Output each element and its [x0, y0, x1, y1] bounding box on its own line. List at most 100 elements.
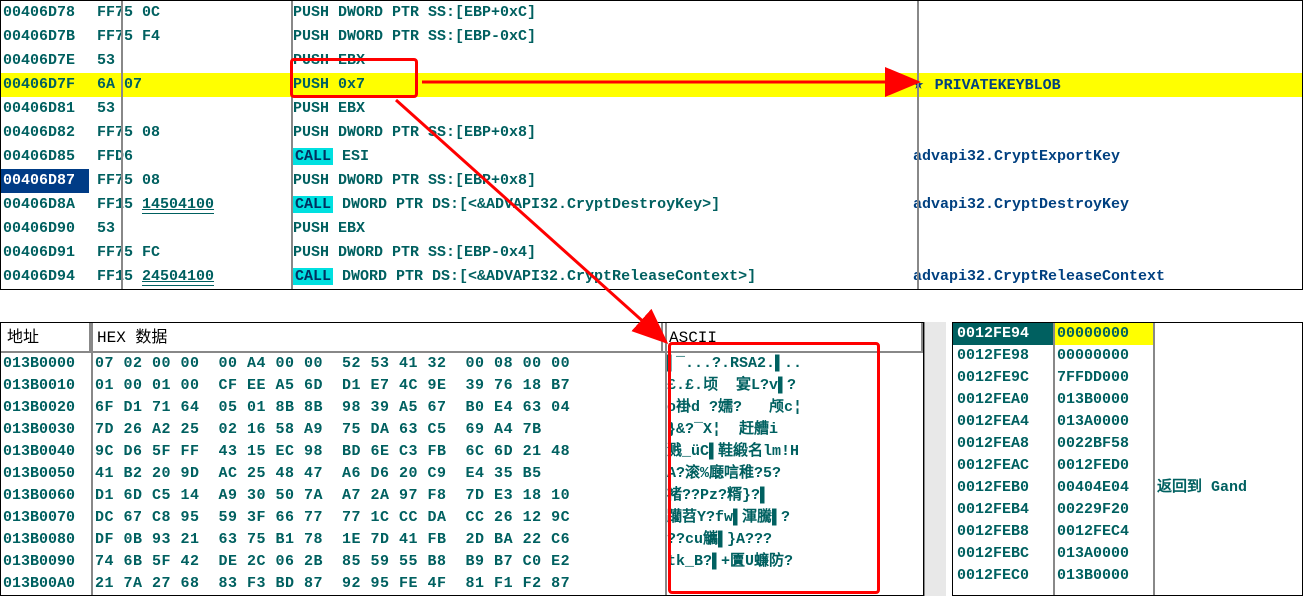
asm-instruction: PUSH DWORD PTR SS:[EBP+0x8] — [289, 121, 909, 145]
stack-comment — [1153, 543, 1302, 565]
asm-row[interactable]: 00406D91FF75 FCPUSH DWORD PTR SS:[EBP-0x… — [1, 241, 1302, 265]
stack-pane[interactable]: 0012FE94000000000012FE98000000000012FE9C… — [952, 322, 1303, 596]
stack-address: 0012FEA8 — [953, 433, 1053, 455]
stack-value: 013B0000 — [1053, 389, 1153, 411]
asm-row[interactable]: 00406D8153PUSH EBX — [1, 97, 1302, 121]
asm-instruction: PUSH DWORD PTR SS:[EBP-0xC] — [289, 25, 909, 49]
stack-row[interactable]: 0012FE9400000000 — [953, 323, 1302, 345]
stack-address: 0012FE98 — [953, 345, 1053, 367]
asm-comment — [909, 25, 1302, 49]
hex-ascii: 褚??Pz?糈}?▌ — [663, 485, 923, 507]
asm-bytes: 53 — [89, 49, 289, 73]
stack-address: 0012FEB8 — [953, 521, 1053, 543]
asm-instruction: PUSH 0x7 — [289, 73, 909, 97]
stack-comment — [1153, 367, 1302, 389]
stack-comment — [1153, 323, 1302, 345]
hex-ascii: A?滚%廰唁稚?5? — [663, 463, 923, 485]
hex-row[interactable]: 013B000007 02 00 00 00 A4 00 00 52 53 41… — [1, 353, 923, 375]
hex-header: 地址 HEX 数据 ASCII — [1, 323, 923, 353]
stack-row[interactable]: 0012FEB400229F20 — [953, 499, 1302, 521]
stack-address: 0012FEA4 — [953, 411, 1053, 433]
disassembly-pane[interactable]: 00406D78FF75 0CPUSH DWORD PTR SS:[EBP+0x… — [0, 0, 1303, 290]
asm-address: 00406D94 — [1, 265, 89, 289]
hex-address: 013B0060 — [1, 485, 91, 507]
hex-ascii: o褂d ?嬬? 颅c¦ — [663, 397, 923, 419]
hex-row[interactable]: 013B00A021 7A 27 68 83 F3 BD 87 92 95 FE… — [1, 573, 923, 595]
asm-bytes: FF75 08 — [89, 169, 289, 193]
asm-address: 00406D82 — [1, 121, 89, 145]
hex-row[interactable]: 013B0060D1 6D C5 14 A9 30 50 7A A7 2A 97… — [1, 485, 923, 507]
stack-value: 00000000 — [1053, 323, 1153, 345]
hex-address: 013B0050 — [1, 463, 91, 485]
stack-row[interactable]: 0012FEB000404E04返回到 Gand — [953, 477, 1302, 499]
hex-row[interactable]: 013B009074 6B 5F 42 DE 2C 06 2B 85 59 55… — [1, 551, 923, 573]
stack-row[interactable]: 0012FEA0013B0000 — [953, 389, 1302, 411]
hex-dump-pane[interactable]: 地址 HEX 数据 ASCII 013B000007 02 00 00 00 A… — [0, 322, 924, 596]
asm-row[interactable]: 00406D8AFF15 14504100CALL DWORD PTR DS:[… — [1, 193, 1302, 217]
stack-row[interactable]: 0012FEAC0012FED0 — [953, 455, 1302, 477]
stack-address: 0012FEBC — [953, 543, 1053, 565]
hex-header-ascii: ASCII — [663, 323, 923, 351]
asm-row[interactable]: 00406D87FF75 08PUSH DWORD PTR SS:[EBP+0x… — [1, 169, 1302, 193]
hex-address: 013B0020 — [1, 397, 91, 419]
stack-row[interactable]: 0012FE9C7FFDD000 — [953, 367, 1302, 389]
stack-address: 0012FEB0 — [953, 477, 1053, 499]
asm-comment: advapi32.CryptReleaseContext — [909, 265, 1302, 289]
hex-ascii — [663, 573, 923, 595]
hex-address: 013B0080 — [1, 529, 91, 551]
asm-row[interactable]: 00406D82FF75 08PUSH DWORD PTR SS:[EBP+0x… — [1, 121, 1302, 145]
asm-comment — [909, 1, 1302, 25]
hex-bytes: D1 6D C5 14 A9 30 50 7A A7 2A 97 F8 7D E… — [91, 485, 663, 507]
asm-row[interactable]: 00406D7F6A 07PUSH 0x7★ PRIVATEKEYBLOB — [1, 73, 1302, 97]
asm-bytes: FF75 F4 — [89, 25, 289, 49]
stack-value: 0012FED0 — [1053, 455, 1153, 477]
asm-instruction: PUSH EBX — [289, 49, 909, 73]
hex-row[interactable]: 013B005041 B2 20 9D AC 25 48 47 A6 D6 20… — [1, 463, 923, 485]
stack-row[interactable]: 0012FEA80022BF58 — [953, 433, 1302, 455]
hex-row[interactable]: 013B0070DC 67 C8 95 59 3F 66 77 77 1C CC… — [1, 507, 923, 529]
asm-address: 00406D91 — [1, 241, 89, 265]
hex-bytes: 41 B2 20 9D AC 25 48 47 A6 D6 20 C9 E4 3… — [91, 463, 663, 485]
hex-row[interactable]: 013B0080DF 0B 93 21 63 75 B1 78 1E 7D 41… — [1, 529, 923, 551]
asm-instruction: CALL DWORD PTR DS:[<&ADVAPI32.CryptDestr… — [289, 193, 909, 217]
stack-row[interactable]: 0012FEB80012FEC4 — [953, 521, 1302, 543]
stack-row[interactable]: 0012FEA4013A0000 — [953, 411, 1302, 433]
hex-row[interactable]: 013B001001 00 01 00 CF EE A5 6D D1 E7 4C… — [1, 375, 923, 397]
stack-comment — [1153, 499, 1302, 521]
stack-value: 013A0000 — [1053, 543, 1153, 565]
asm-row[interactable]: 00406D7BFF75 F4PUSH DWORD PTR SS:[EBP-0x… — [1, 25, 1302, 49]
asm-row[interactable]: 00406D94FF15 24504100CALL DWORD PTR DS:[… — [1, 265, 1302, 289]
asm-comment — [909, 97, 1302, 121]
asm-row[interactable]: 00406D85FFD6CALL ESIadvapi32.CryptExport… — [1, 145, 1302, 169]
stack-value: 00000000 — [1053, 345, 1153, 367]
hex-ascii: }&?¯X¦ 赶艚i — [663, 419, 923, 441]
hex-bytes: DF 0B 93 21 63 75 B1 78 1E 7D 41 FB 2D B… — [91, 529, 663, 551]
asm-row[interactable]: 00406D7E53PUSH EBX — [1, 49, 1302, 73]
stack-address: 0012FEB4 — [953, 499, 1053, 521]
hex-row[interactable]: 013B00206F D1 71 64 05 01 8B 8B 98 39 A5… — [1, 397, 923, 419]
asm-address: 00406D7B — [1, 25, 89, 49]
stack-row[interactable]: 0012FE9800000000 — [953, 345, 1302, 367]
asm-row[interactable]: 00406D9053PUSH EBX — [1, 217, 1302, 241]
hex-address: 013B0030 — [1, 419, 91, 441]
asm-comment — [909, 217, 1302, 241]
asm-address: 00406D7F — [1, 73, 89, 97]
asm-bytes: FF75 FC — [89, 241, 289, 265]
asm-comment — [909, 169, 1302, 193]
hex-address: 013B0040 — [1, 441, 91, 463]
asm-address: 00406D78 — [1, 1, 89, 25]
asm-row[interactable]: 00406D78FF75 0CPUSH DWORD PTR SS:[EBP+0x… — [1, 1, 1302, 25]
hex-row[interactable]: 013B00409C D6 5F FF 43 15 EC 98 BD 6E C3… — [1, 441, 923, 463]
hex-bytes: 6F D1 71 64 05 01 8B 8B 98 39 A5 67 B0 E… — [91, 397, 663, 419]
stack-row[interactable]: 0012FEC0013B0000 — [953, 565, 1302, 587]
stack-value: 013B0000 — [1053, 565, 1153, 587]
hex-row[interactable]: 013B00307D 26 A2 25 02 16 58 A9 75 DA 63… — [1, 419, 923, 441]
asm-address: 00406D85 — [1, 145, 89, 169]
asm-bytes: 53 — [89, 97, 289, 121]
hex-address: 013B0070 — [1, 507, 91, 529]
stack-row[interactable]: 0012FEBC013A0000 — [953, 543, 1302, 565]
stack-comment — [1153, 565, 1302, 587]
asm-comment: advapi32.CryptDestroyKey — [909, 193, 1302, 217]
stack-value: 013A0000 — [1053, 411, 1153, 433]
hex-scrollbar[interactable] — [924, 322, 946, 596]
